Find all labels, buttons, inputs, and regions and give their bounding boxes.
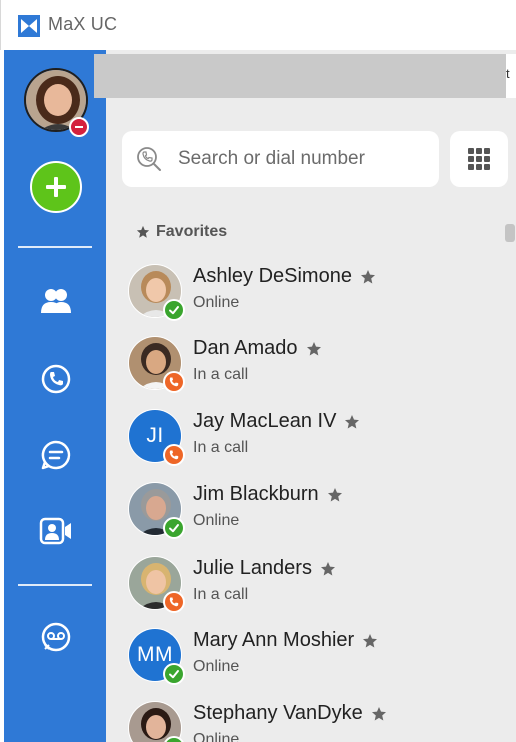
favorite-star-icon[interactable] (327, 487, 343, 503)
favorites-header[interactable]: Favorites (136, 223, 227, 241)
favorite-star-icon[interactable] (306, 341, 322, 357)
app-window: MaX UC t Search or dial number Favorites… (0, 0, 516, 742)
phone-icon (41, 364, 71, 394)
contacts-nav-button[interactable] (39, 284, 73, 318)
contact-status-text: Online (193, 658, 240, 675)
main-panel: t Favorites Ashley DeSimone Online Dan Ama… (94, 50, 516, 742)
phone-icon (169, 450, 179, 460)
left-rail (4, 50, 106, 742)
in-call-status-icon (163, 371, 185, 393)
online-status-icon (163, 299, 185, 321)
banner-edge-text: t (506, 54, 516, 98)
online-status-icon (163, 663, 185, 685)
favorite-star-icon[interactable] (320, 561, 336, 577)
contact-name: Mary Ann Moshier (193, 629, 355, 651)
dialpad-button[interactable] (450, 131, 508, 187)
contact-row[interactable]: Ashley DeSimone Online (128, 264, 498, 328)
favorite-star-icon[interactable] (360, 269, 376, 285)
in-call-status-icon (163, 444, 185, 466)
favorite-star-icon[interactable] (344, 414, 360, 430)
app-title: MaX UC (48, 14, 118, 34)
dialpad-icon (468, 148, 490, 170)
top-banner (94, 54, 506, 98)
contact-status-text: In a call (193, 366, 249, 383)
checkmark-icon (169, 670, 179, 679)
new-action-button[interactable] (30, 161, 82, 213)
search-box[interactable] (122, 131, 439, 187)
contact-row[interactable]: Julie Landers In a call (128, 556, 498, 620)
contact-name-line: Stephany VanDyke (193, 702, 387, 725)
rail-divider (18, 246, 92, 248)
contact-name-line: Ashley DeSimone (193, 265, 376, 288)
video-meeting-icon (39, 517, 71, 545)
checkmark-icon (169, 306, 179, 315)
checkmark-icon (169, 524, 179, 533)
rail-divider (18, 584, 92, 586)
contact-status-text: Online (193, 512, 240, 529)
contact-row[interactable]: Stephany VanDyke Online (128, 701, 498, 742)
contact-name: Ashley DeSimone (193, 265, 352, 287)
contact-name: Jim Blackburn (193, 483, 319, 505)
contact-row[interactable]: Jim Blackburn Online (128, 482, 498, 546)
online-status-icon (163, 517, 185, 539)
voicemail-nav-button[interactable] (39, 620, 73, 654)
contact-name: Stephany VanDyke (193, 702, 363, 724)
contact-name-line: Jay MacLean IV (193, 410, 360, 433)
contact-status-text: In a call (193, 439, 249, 456)
contact-name: Jay MacLean IV (193, 410, 337, 432)
phone-icon (169, 377, 179, 387)
title-bar: MaX UC (0, 0, 516, 50)
contact-name: Julie Landers (193, 557, 312, 579)
phone-icon (169, 597, 179, 607)
chat-nav-button[interactable] (39, 438, 73, 472)
scrollbar-thumb[interactable] (505, 224, 515, 242)
contact-status-text: Online (193, 731, 240, 742)
star-icon (136, 225, 150, 238)
contact-name-line: Julie Landers (193, 557, 336, 580)
contact-name-line: Jim Blackburn (193, 483, 343, 506)
contact-row[interactable]: Dan Amado In a call (128, 336, 498, 400)
voicemail-icon (41, 622, 71, 652)
contact-status-text: Online (193, 294, 240, 311)
max-uc-logo-icon (18, 15, 40, 37)
contact-status-text: In a call (193, 586, 249, 603)
favorite-star-icon[interactable] (371, 706, 387, 722)
in-call-status-icon (163, 591, 185, 613)
contact-row[interactable]: JI Jay MacLean IV In a call (128, 409, 498, 473)
contact-name-line: Mary Ann Moshier (193, 629, 378, 652)
meetings-nav-button[interactable] (39, 514, 73, 548)
chat-icon (41, 440, 71, 470)
calls-nav-button[interactable] (39, 362, 73, 396)
contacts-icon (41, 289, 71, 313)
favorites-label: Favorites (156, 223, 228, 240)
search-phone-icon (137, 147, 161, 171)
contact-name: Dan Amado (193, 337, 298, 359)
contact-name-line: Dan Amado (193, 337, 322, 360)
favorite-star-icon[interactable] (362, 633, 378, 649)
do-not-disturb-status-icon (69, 117, 89, 137)
search-input[interactable] (178, 141, 428, 177)
contact-row[interactable]: MM Mary Ann Moshier Online (128, 628, 498, 692)
